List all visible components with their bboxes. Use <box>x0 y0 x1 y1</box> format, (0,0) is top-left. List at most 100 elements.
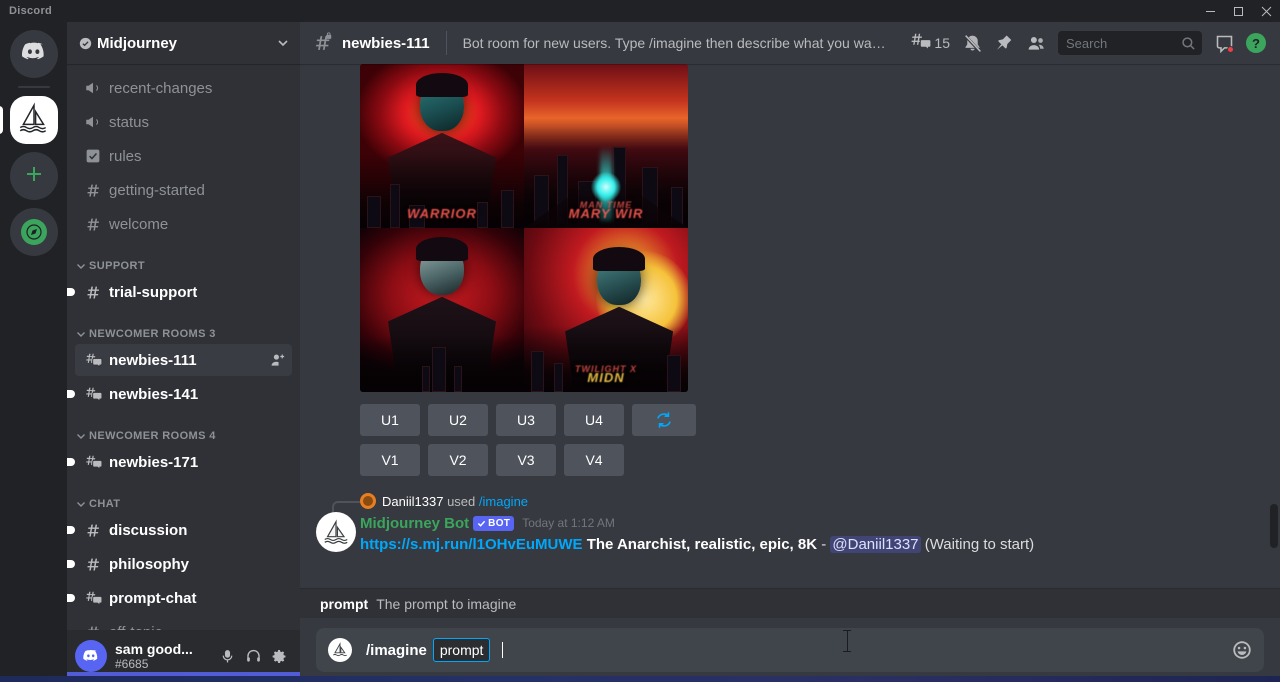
message-list[interactable]: WARRIOR MA <box>300 64 1280 588</box>
prompt-text: The Anarchist, realistic, epic, 8K <box>587 536 817 553</box>
channel-label: status <box>109 114 149 131</box>
hash-thread-icon <box>83 384 103 404</box>
status-badge: BOT <box>473 516 514 531</box>
rail-item-midjourney[interactable] <box>10 96 58 144</box>
channel-category-newcomer-rooms-3[interactable]: NEWCOMER ROOMS 3 <box>67 316 300 344</box>
add-member-icon[interactable] <box>270 352 286 368</box>
gear-icon[interactable] <box>266 643 292 669</box>
upscale-button-u2[interactable]: U2 <box>428 404 488 436</box>
rail-item-add-server[interactable] <box>10 152 58 200</box>
job-link[interactable]: https://s.mj.run/l1OHvEuMUWE <box>360 536 583 553</box>
plus-icon <box>24 164 44 189</box>
sidebar-item-prompt-chat[interactable]: prompt-chat <box>75 582 292 614</box>
composer-area: /imagine prompt <box>300 618 1280 682</box>
channel-topic[interactable]: Bot room for new users. Type /imagine th… <box>463 35 893 51</box>
attachment-tile-4[interactable]: MIDN TWILIGHT X <box>524 228 688 392</box>
message-input[interactable]: /imagine prompt <box>316 628 1264 672</box>
sidebar-item-trial-support[interactable]: trial-support <box>75 276 292 308</box>
sailboat-icon <box>17 101 51 140</box>
variation-button-v3[interactable]: V3 <box>496 444 556 476</box>
hash-thread-icon <box>83 452 103 472</box>
rail-item-explore[interactable] <box>10 208 58 256</box>
channel-category-chat[interactable]: CHAT <box>67 486 300 514</box>
sidebar-item-recent-changes[interactable]: recent-changes <box>75 72 292 104</box>
bot-message-header: Midjourney Bot BOT Today at 1:12 AM <box>360 512 1280 534</box>
inbox-icon[interactable] <box>1208 27 1240 59</box>
slash-notice-user[interactable]: Daniil1337 <box>382 494 443 509</box>
microphone-icon[interactable] <box>214 643 240 669</box>
sidebar-item-welcome[interactable]: welcome <box>75 208 292 240</box>
composer-chip-label: prompt <box>440 642 484 658</box>
help-icon: ? <box>1246 33 1266 53</box>
unread-indicator <box>67 560 75 568</box>
sidebar-item-philosophy[interactable]: philosophy <box>75 548 292 580</box>
search-input[interactable]: Search <box>1058 31 1202 55</box>
sidebar-item-rules[interactable]: rules <box>75 140 292 172</box>
sidebar-item-newbies-171[interactable]: newbies-171 <box>75 446 292 478</box>
message-scrollbar[interactable] <box>1270 504 1278 548</box>
bot-message: Midjourney Bot BOT Today at 1:12 AM http… <box>300 512 1280 556</box>
message-attachment-grid[interactable]: WARRIOR MA <box>360 64 688 392</box>
hash-icon <box>83 622 103 630</box>
chevron-down-icon <box>75 260 87 272</box>
help-button[interactable]: ? <box>1240 27 1272 59</box>
attachment-tile-3[interactable] <box>360 228 524 392</box>
variation-button-v1[interactable]: V1 <box>360 444 420 476</box>
variation-button-v2[interactable]: V2 <box>428 444 488 476</box>
guild-header[interactable]: Midjourney <box>67 22 300 64</box>
message-timestamp: Today at 1:12 AM <box>522 516 615 530</box>
category-label: SUPPORT <box>89 260 145 272</box>
sidebar-item-newbies-111[interactable]: newbies-111 <box>75 344 292 376</box>
avatar[interactable] <box>360 493 376 509</box>
announcement-icon <box>83 78 103 98</box>
channel-label: newbies-141 <box>109 386 198 403</box>
members-icon[interactable] <box>1020 27 1052 59</box>
chevron-down-icon <box>75 430 87 442</box>
pin-icon[interactable] <box>988 27 1020 59</box>
upscale-button-u3[interactable]: U3 <box>496 404 556 436</box>
upscale-button-u4[interactable]: U4 <box>564 404 624 436</box>
avatar[interactable] <box>316 512 356 552</box>
upscale-button-u1[interactable]: U1 <box>360 404 420 436</box>
channel-category-support[interactable]: SUPPORT <box>67 248 300 276</box>
command-option-key: prompt <box>320 596 368 612</box>
chevron-down-icon[interactable] <box>276 36 290 50</box>
guild-name: Midjourney <box>97 35 276 52</box>
user-name: sam good... <box>115 641 214 657</box>
header-divider <box>446 31 447 55</box>
channel-label: trial-support <box>109 284 197 301</box>
sidebar-item-discussion[interactable]: discussion <box>75 514 292 546</box>
channel-label: newbies-111 <box>109 352 197 369</box>
rail-item-home[interactable] <box>10 30 58 78</box>
user-discriminator: #6685 <box>115 657 214 671</box>
maximize-icon[interactable] <box>1224 0 1252 22</box>
tile-figure-hair <box>416 73 468 97</box>
channel-category-newcomer-rooms-4[interactable]: NEWCOMER ROOMS 4 <box>67 418 300 446</box>
sidebar-item-status[interactable]: status <box>75 106 292 138</box>
tile-figure-hair <box>593 247 645 271</box>
user-mention[interactable]: @Daniil1337 <box>830 536 920 553</box>
hash-lock-icon <box>312 32 334 54</box>
close-icon[interactable] <box>1252 0 1280 22</box>
refresh-icon[interactable] <box>632 404 696 436</box>
emoji-icon[interactable] <box>1230 638 1254 662</box>
channel-list: recent-changes status rulesgetting-started… <box>67 64 300 630</box>
sidebar-item-getting-started[interactable]: getting-started <box>75 174 292 206</box>
variation-button-v4[interactable]: V4 <box>564 444 624 476</box>
composer-prompt-chip[interactable]: prompt <box>433 638 491 662</box>
header-actions: 15 Search <box>910 27 1272 59</box>
discord-window: Discord <box>0 0 1280 682</box>
slash-notice-command[interactable]: /imagine <box>479 494 528 509</box>
attachment-tile-1[interactable]: WARRIOR <box>360 64 524 228</box>
unread-indicator <box>67 458 75 466</box>
minimize-icon[interactable] <box>1196 0 1224 22</box>
bell-off-icon[interactable] <box>956 27 988 59</box>
bot-name[interactable]: Midjourney Bot <box>360 515 469 532</box>
headset-icon[interactable] <box>240 643 266 669</box>
avatar[interactable] <box>75 640 107 672</box>
sidebar-item-off-topic[interactable]: off-topic <box>75 616 292 630</box>
attachment-tile-2[interactable]: MAN TIME MARY WIR <box>524 64 688 228</box>
sidebar-item-newbies-141[interactable]: newbies-141 <box>75 378 292 410</box>
threads-button[interactable]: 15 <box>910 31 956 56</box>
threads-icon <box>910 31 932 56</box>
